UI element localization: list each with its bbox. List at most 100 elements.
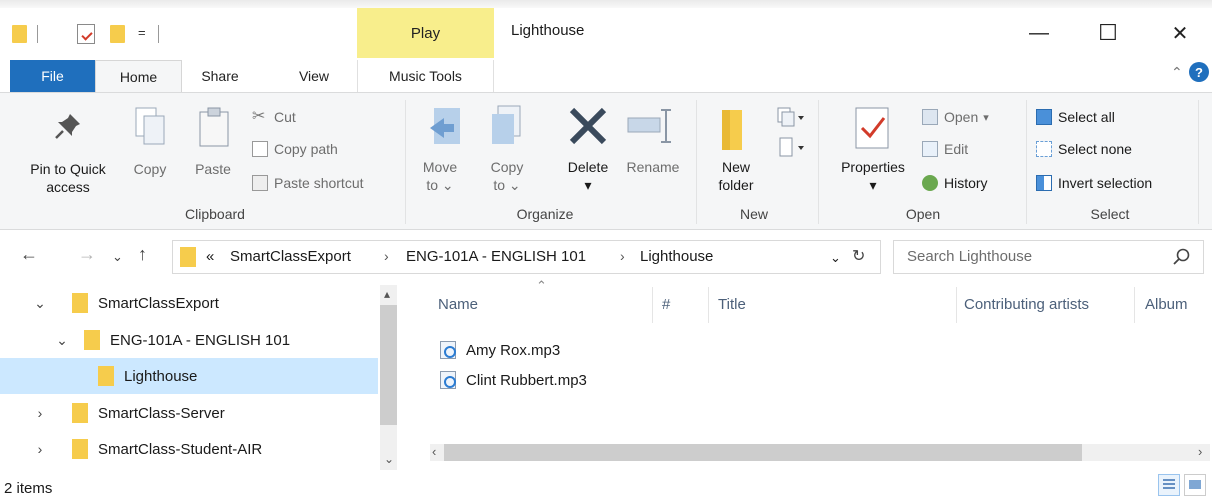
nav-item-smartclass-student-air[interactable]: › SmartClass-Student-AIR [0,431,378,467]
invert-selection-button[interactable]: Invert selection [1036,173,1152,193]
chevron-right-icon[interactable]: › [30,441,50,457]
clipboard-group-label: Clipboard [185,206,245,222]
paste-shortcut-button[interactable]: Paste shortcut [252,173,364,193]
details-view-icon[interactable] [1158,474,1180,496]
title-bar-edge [0,0,1212,8]
file-row[interactable]: Clint Rubbert.mp3 [440,367,587,393]
back-arrow-icon[interactable]: ← [20,244,38,265]
paste-shortcut-label: Paste shortcut [274,175,364,191]
cut-button[interactable]: ✂ Cut [252,107,296,127]
help-icon[interactable]: ? [1189,62,1209,82]
select-none-label: Select none [1058,141,1132,157]
column-divider[interactable] [652,287,653,323]
large-icons-view-icon[interactable] [1184,474,1206,496]
copy-to-line2-text: to [493,177,506,193]
paste-shortcut-icon [252,175,268,191]
pin-to-quick-access-button[interactable]: Pin to Quick access [14,160,122,196]
file-name: Clint Rubbert.mp3 [466,371,587,389]
column-header-number[interactable]: # [662,296,670,313]
tab-share[interactable]: Share [188,60,252,92]
nav-item-eng-101a[interactable]: ⌄ ENG-101A - ENGLISH 101 [0,322,378,358]
column-header-title[interactable]: Title [718,296,746,313]
new-folder-button[interactable]: New folder [712,158,760,194]
new-item-icon[interactable] [776,106,804,130]
edit-button[interactable]: Edit [922,139,968,159]
minimize-ribbon-icon[interactable]: ⌃ [1171,64,1183,81]
close-button[interactable]: ✕ [1157,18,1203,48]
rename-icon [626,108,676,144]
forward-arrow-icon[interactable]: → [78,244,96,265]
breadcrumb-eng-101a[interactable]: ENG-101A - ENGLISH 101 [406,248,586,265]
breadcrumb-separator[interactable]: › [384,248,389,264]
column-divider[interactable] [708,287,709,323]
chevron-down-icon[interactable]: ⌄ [52,332,72,349]
chevron-down-icon[interactable]: ⌄ [30,295,50,312]
scroll-right-icon[interactable]: › [1198,444,1202,459]
tab-home[interactable]: Home [95,60,182,93]
recent-locations-icon[interactable]: ⌄ [112,249,123,265]
nav-item-smartclass-server[interactable]: › SmartClass-Server [0,395,378,431]
tab-file[interactable]: File [10,60,95,92]
properties-dropdown-icon: ▾ [869,177,877,193]
breadcrumb-separator[interactable]: › [620,248,625,264]
paste-button[interactable]: Paste [186,160,240,178]
move-to-button[interactable]: Move to ⌄ [416,158,464,194]
copy-path-button[interactable]: Copy path [252,139,338,159]
nav-item-label: SmartClass-Student-AIR [98,440,263,458]
column-header-album[interactable]: Album [1145,296,1188,313]
invert-selection-icon [1036,175,1052,191]
refresh-icon[interactable]: ↻ [852,246,865,266]
address-history-dropdown-icon[interactable]: ⌄ [830,250,841,266]
new-folder-line2: folder [718,177,754,193]
rename-button[interactable]: Rename [620,158,686,176]
folder-icon [72,439,88,459]
scroll-left-icon[interactable]: ‹ [432,444,436,459]
file-name: Amy Rox.mp3 [466,341,561,359]
nav-scrollbar-thumb[interactable] [380,305,397,425]
breadcrumb-lighthouse[interactable]: Lighthouse [640,248,713,265]
column-header-contributing-artists[interactable]: Contributing artists [964,296,1089,313]
select-none-button[interactable]: Select none [1036,139,1132,159]
maximize-button[interactable]: ☐ [1085,18,1131,48]
open-button[interactable]: Open ▾ [922,107,989,127]
tab-view[interactable]: View [284,60,344,92]
breadcrumb-overflow[interactable]: « [206,248,214,265]
new-folder-icon[interactable] [110,25,125,43]
delete-dropdown-icon: ▾ [584,177,592,193]
tab-music-tools[interactable]: Music Tools [357,60,494,92]
folder-icon [180,247,196,267]
group-divider [405,100,406,224]
new-folder-large-icon [720,106,744,152]
file-row[interactable]: Amy Rox.mp3 [440,337,560,363]
chevron-right-icon[interactable]: › [30,405,50,421]
column-divider[interactable] [1134,287,1135,323]
history-button[interactable]: History [922,173,988,193]
copy-to-button[interactable]: Copy to ⌄ [482,158,532,194]
copy-to-line1: Copy [490,159,524,175]
scroll-down-icon[interactable]: ⌄ [384,452,394,466]
properties-icon[interactable] [77,24,95,44]
copy-icon [132,106,168,148]
search-icon[interactable] [1171,246,1193,268]
customize-quick-access-icon[interactable]: = [138,25,146,40]
scroll-up-icon[interactable]: ▴ [384,287,390,301]
easy-access-icon[interactable] [776,136,804,160]
breadcrumb-smartclassexport[interactable]: SmartClassExport [230,248,351,265]
select-all-button[interactable]: Select all [1036,107,1115,127]
folder-icon[interactable] [12,25,27,43]
properties-button[interactable]: Properties ▾ [826,158,920,194]
copy-to-icon [488,104,528,148]
delete-button[interactable]: Delete ▾ [556,158,620,194]
copy-button[interactable]: Copy [128,160,172,178]
minimize-button[interactable]: — [1016,18,1062,48]
up-arrow-icon[interactable]: ↑ [138,244,147,265]
column-divider[interactable] [956,287,957,323]
horizontal-scrollbar-thumb[interactable] [444,444,1082,461]
pin-label-line1: Pin to Quick [30,161,106,177]
nav-item-smartclassexport[interactable]: ⌄ SmartClassExport [0,285,378,321]
column-header-name[interactable]: Name [438,296,478,313]
group-divider [1026,100,1027,224]
search-placeholder: Search Lighthouse [907,248,1033,265]
nav-item-lighthouse[interactable]: Lighthouse [0,358,378,394]
move-to-line1: Move [422,159,458,175]
